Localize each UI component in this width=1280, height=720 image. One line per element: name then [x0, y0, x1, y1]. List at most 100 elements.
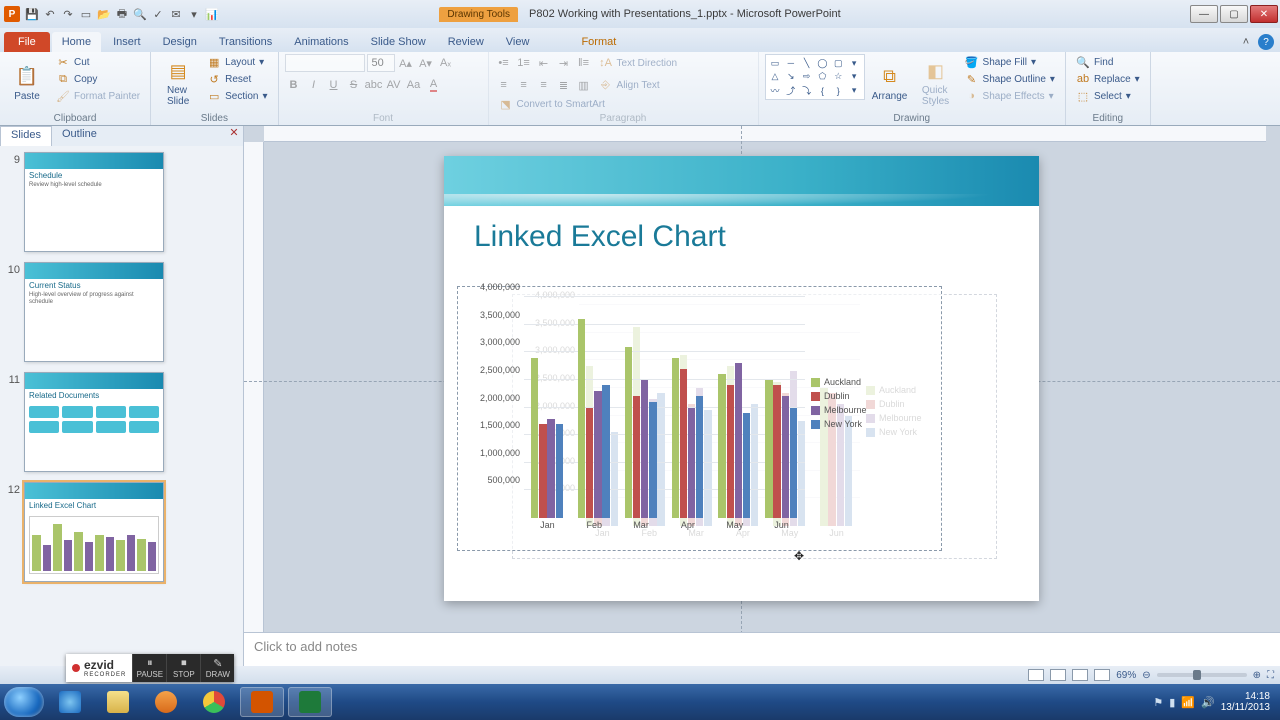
quick-print-icon[interactable]: 🖶 [114, 6, 130, 22]
slide-thumb-9[interactable]: 9 ScheduleReview high-level schedule [2, 152, 241, 252]
tray-wifi-icon[interactable]: 📶 [1181, 696, 1195, 709]
increase-indent-button[interactable]: ⇥ [555, 54, 573, 72]
maximize-button[interactable]: ▢ [1220, 5, 1248, 23]
taskbar-explorer-icon[interactable] [96, 687, 140, 717]
chart-icon[interactable]: 📊 [204, 6, 220, 22]
select-button[interactable]: ⬚Select ▾ [1072, 88, 1144, 104]
align-left-button[interactable]: ≡ [495, 76, 513, 94]
grow-font-icon[interactable]: A▴ [397, 54, 415, 72]
tab-slideshow[interactable]: Slide Show [361, 32, 436, 52]
section-button[interactable]: ▭Section ▾ [203, 88, 271, 104]
zoom-slider[interactable] [1157, 673, 1247, 677]
arrange-button[interactable]: ⧉Arrange [869, 54, 911, 110]
shape-outline-button[interactable]: ✎Shape Outline ▾ [961, 71, 1059, 87]
side-tab-outline[interactable]: Outline [52, 126, 107, 146]
ezvid-stop-button[interactable]: ⏹STOP [166, 654, 200, 682]
tab-animations[interactable]: Animations [284, 32, 358, 52]
taskbar-ie-icon[interactable] [48, 687, 92, 717]
fit-window-icon[interactable]: ⛶ [1267, 670, 1274, 681]
qat-more-icon[interactable]: ▾ [186, 6, 202, 22]
line-spacing-button[interactable]: ‖≡ [575, 54, 593, 72]
shrink-font-icon[interactable]: A▾ [417, 54, 435, 72]
copy-button[interactable]: ⧉Copy [52, 71, 144, 87]
layout-button[interactable]: ▦Layout ▾ [203, 54, 271, 70]
system-tray[interactable]: ⚑ ▮ 📶 🔊 14:18 13/11/2013 [1153, 691, 1276, 713]
save-icon[interactable]: 💾 [24, 6, 40, 22]
underline-button[interactable]: U [325, 76, 343, 94]
text-direction-button[interactable]: ↕AText Direction [595, 54, 682, 72]
start-button[interactable] [4, 687, 44, 717]
tray-flag-icon[interactable]: ⚑ [1153, 696, 1163, 709]
shadow-button[interactable]: abc [365, 76, 383, 94]
slide-thumb-10[interactable]: 10 Current StatusHigh-level overview of … [2, 262, 241, 362]
new-icon[interactable]: ▭ [78, 6, 94, 22]
taskbar-media-icon[interactable] [144, 687, 188, 717]
tab-view[interactable]: View [496, 32, 540, 52]
side-tab-slides[interactable]: Slides [0, 126, 52, 146]
close-pane-icon[interactable]: ✕ [225, 126, 243, 146]
tab-insert[interactable]: Insert [103, 32, 151, 52]
close-button[interactable]: ✕ [1250, 5, 1278, 23]
zoom-level[interactable]: 69% [1116, 670, 1136, 681]
italic-button[interactable]: I [305, 76, 323, 94]
paste-button[interactable]: 📋 Paste [6, 54, 48, 110]
tab-file[interactable]: File [4, 32, 50, 52]
print-preview-icon[interactable]: 🔍 [132, 6, 148, 22]
slide[interactable]: Linked Excel Chart 500,0001,000,0001,500… [444, 156, 1039, 601]
tab-transitions[interactable]: Transitions [209, 32, 282, 52]
slide-thumb-12[interactable]: 12 Linked Excel Chart [2, 482, 241, 582]
taskbar-powerpoint-icon[interactable] [240, 687, 284, 717]
taskbar-excel-icon[interactable] [288, 687, 332, 717]
zoom-out-icon[interactable]: ⊖ [1142, 670, 1150, 681]
numbering-button[interactable]: 1≡ [515, 54, 533, 72]
find-button[interactable]: 🔍Find [1072, 54, 1144, 70]
justify-button[interactable]: ≣ [555, 76, 573, 94]
taskbar-chrome-icon[interactable] [192, 687, 236, 717]
ezvid-pause-button[interactable]: ⏸PAUSE [132, 654, 166, 682]
email-icon[interactable]: ✉ [168, 6, 184, 22]
notes-pane[interactable]: Click to add notes [244, 632, 1280, 666]
minimize-button[interactable]: — [1190, 5, 1218, 23]
zoom-in-icon[interactable]: ⊕ [1253, 670, 1261, 681]
tray-network-icon[interactable]: ▮ [1169, 696, 1175, 709]
align-right-button[interactable]: ≡ [535, 76, 553, 94]
char-spacing-button[interactable]: AV [385, 76, 403, 94]
tray-volume-icon[interactable]: 🔊 [1201, 696, 1215, 709]
font-family-select[interactable] [285, 54, 365, 72]
font-color-button[interactable]: A [425, 76, 443, 94]
redo-icon[interactable]: ↷ [60, 6, 76, 22]
view-normal-icon[interactable] [1028, 669, 1044, 681]
open-icon[interactable]: 📂 [96, 6, 112, 22]
tab-review[interactable]: Review [438, 32, 494, 52]
shape-fill-button[interactable]: 🪣Shape Fill ▾ [961, 54, 1059, 70]
convert-smartart-button[interactable]: ⬔Convert to SmartArt [495, 96, 609, 112]
view-slideshow-icon[interactable] [1094, 669, 1110, 681]
linked-chart-object[interactable]: 500,0001,000,0001,500,0002,000,0002,500,… [457, 286, 942, 551]
view-sorter-icon[interactable] [1050, 669, 1066, 681]
format-painter-button[interactable]: 🖌Format Painter [52, 88, 144, 104]
slide-canvas[interactable]: Linked Excel Chart 500,0001,000,0001,500… [244, 126, 1280, 684]
change-case-button[interactable]: Aa [405, 76, 423, 94]
font-size-select[interactable] [367, 54, 395, 72]
slide-thumbnails[interactable]: 9 ScheduleReview high-level schedule 10 … [0, 146, 243, 684]
tab-home[interactable]: Home [52, 32, 101, 52]
strikethrough-button[interactable]: S [345, 76, 363, 94]
quick-styles-button[interactable]: ◧Quick Styles [915, 54, 957, 110]
shapes-gallery[interactable]: ▭─╲◯▢▾ △↘⇨⬠☆▾ 〰⤴⤵{}▾ [765, 54, 865, 100]
slide-thumb-11[interactable]: 11 Related Documents [2, 372, 241, 472]
spelling-icon[interactable]: ✓ [150, 6, 166, 22]
ezvid-draw-button[interactable]: ✎DRAW [200, 654, 234, 682]
bold-button[interactable]: B [285, 76, 303, 94]
clear-formatting-icon[interactable]: Aₓ [437, 54, 455, 72]
bullets-button[interactable]: •≡ [495, 54, 513, 72]
minimize-ribbon-icon[interactable]: ˄ [1238, 34, 1254, 50]
align-center-button[interactable]: ≡ [515, 76, 533, 94]
new-slide-button[interactable]: ▤ New Slide [157, 54, 199, 110]
columns-button[interactable]: ▥ [575, 76, 593, 94]
tray-clock[interactable]: 14:18 13/11/2013 [1221, 691, 1270, 713]
shape-effects-button[interactable]: ◑Shape Effects ▾ [961, 88, 1059, 104]
undo-icon[interactable]: ↶ [42, 6, 58, 22]
tab-format[interactable]: Format [571, 32, 626, 52]
reset-button[interactable]: ↺Reset [203, 71, 271, 87]
help-icon[interactable]: ? [1258, 34, 1274, 50]
